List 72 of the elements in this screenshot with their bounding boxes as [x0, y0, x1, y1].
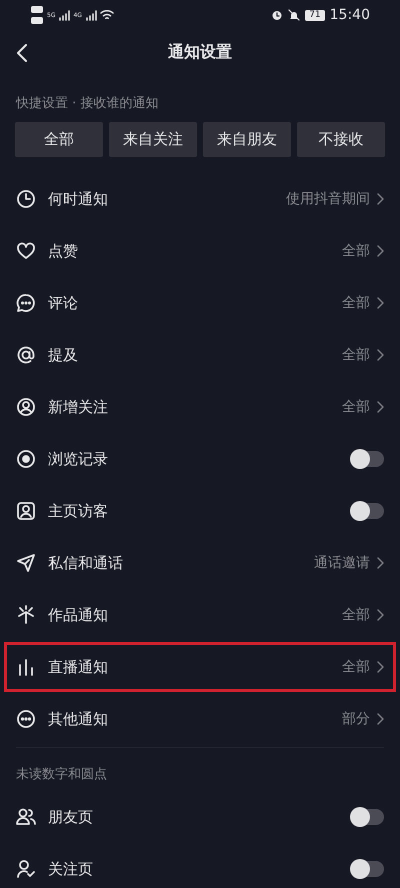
chevron-right-icon: [376, 609, 384, 621]
chevron-right-icon: [376, 349, 384, 361]
setting-label: 评论: [48, 294, 78, 312]
setting-label: 何时通知: [48, 190, 108, 208]
setting-label: 主页访客: [48, 502, 108, 520]
profile-card-icon: [16, 501, 36, 521]
setting-value: 全部: [342, 398, 370, 416]
user-check-icon: [16, 859, 36, 879]
chevron-right-icon: [376, 661, 384, 673]
setting-label: 点赞: [48, 242, 78, 260]
chevron-right-icon: [376, 297, 384, 309]
setting-value: 全部: [342, 346, 370, 364]
battery-indicator: 71: [305, 10, 325, 20]
chevron-right-icon: [376, 193, 384, 205]
setting-value: 全部: [342, 658, 370, 676]
setting-value: 全部: [342, 242, 370, 260]
section-label: 未读数字和圆点: [15, 766, 108, 784]
setting-label: 关注页: [48, 860, 93, 878]
chevron-right-icon: [376, 245, 384, 257]
filter-option[interactable]: 全部: [15, 122, 103, 157]
clock-time: 15:40: [330, 7, 370, 23]
chevron-right-icon: [376, 401, 384, 413]
alarm-clock-icon: [271, 9, 284, 21]
setting-label: 直播通知: [48, 658, 108, 676]
muted-bell-icon: [288, 9, 300, 21]
page-title: 通知设置: [168, 42, 232, 63]
setting-label: 新增关注: [48, 398, 108, 416]
toggle-switch[interactable]: [352, 503, 384, 519]
toggle-switch[interactable]: [352, 809, 384, 825]
signal-icon: [58, 9, 70, 21]
wifi-icon: [100, 9, 114, 21]
setting-value: 使用抖音期间: [286, 190, 370, 208]
filter-option[interactable]: 不接收: [297, 122, 385, 157]
setting-row[interactable]: 新增关注 全部: [0, 381, 400, 433]
setting-value: 全部: [342, 606, 370, 624]
filter-option[interactable]: 来自关注: [109, 122, 197, 157]
setting-value: 部分: [342, 710, 370, 728]
setting-row[interactable]: 作品通知 全部: [0, 589, 400, 641]
setting-row[interactable]: 评论 全部: [0, 277, 400, 329]
heart-icon: [16, 241, 36, 261]
setting-value: 全部: [342, 294, 370, 312]
signal-icon: [84, 9, 97, 21]
filter-option[interactable]: 来自朋友: [203, 122, 291, 157]
eye-icon: [16, 449, 36, 469]
chevron-right-icon: [376, 713, 384, 725]
setting-row[interactable]: 何时通知 使用抖音期间: [0, 173, 400, 225]
user-circle-icon: [16, 397, 36, 417]
setting-label: 提及: [48, 346, 78, 364]
bar-chart-icon: [16, 657, 36, 677]
chevron-right-icon: [376, 557, 384, 569]
setting-label: 浏览记录: [48, 450, 108, 468]
toggle-switch[interactable]: [352, 861, 384, 877]
setting-row[interactable]: 直播通知 全部: [0, 641, 400, 693]
setting-label: 作品通知: [48, 606, 108, 624]
more-icon: [16, 709, 36, 729]
setting-label: 私信和通话: [48, 554, 123, 572]
chat-bubble-icon: [16, 293, 36, 313]
section-label: 快捷设置 · 接收谁的通知: [14, 95, 160, 113]
setting-label: 其他通知: [48, 710, 108, 728]
users-icon: [16, 807, 36, 827]
setting-label: 朋友页: [48, 808, 93, 826]
setting-row[interactable]: 私信和通话 通话邀请: [0, 537, 400, 589]
setting-value: 通话邀请: [314, 554, 370, 572]
setting-row[interactable]: 其他通知 部分: [0, 693, 400, 745]
setting-row[interactable]: 提及 全部: [0, 329, 400, 381]
toggle-switch[interactable]: [352, 451, 384, 467]
sim-card-icon: [30, 4, 44, 26]
clock-icon: [16, 189, 36, 209]
at-sign-icon: [16, 345, 36, 365]
setting-row[interactable]: 点赞 全部: [0, 225, 400, 277]
paper-plane-icon: [16, 553, 36, 573]
sparkle-icon: [16, 605, 36, 625]
